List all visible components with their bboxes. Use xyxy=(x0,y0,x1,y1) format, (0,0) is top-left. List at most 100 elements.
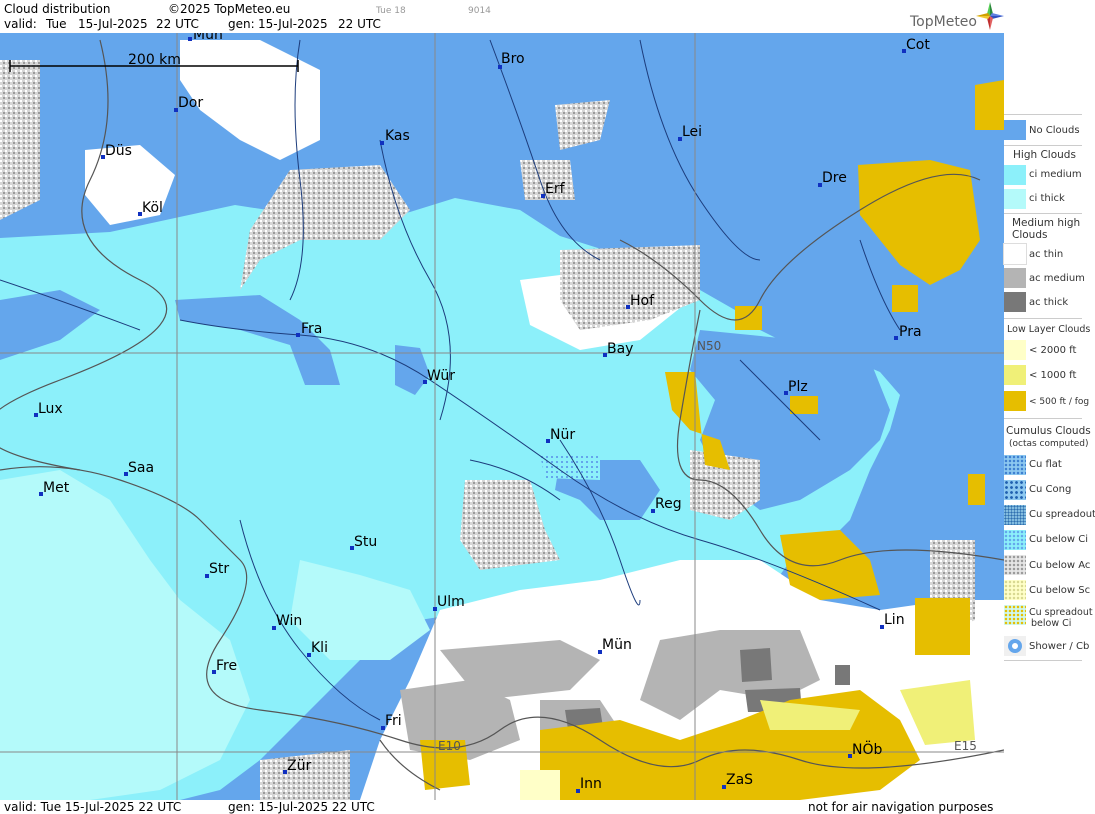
area-cu-below-ac-7 xyxy=(0,60,40,220)
copyright: ©2025 TopMeteo.eu xyxy=(168,2,291,16)
city-label: Bro xyxy=(501,51,525,67)
swatch-ci-thick xyxy=(1004,189,1026,209)
legend-cumulus-sub: (octas computed) xyxy=(1009,439,1089,449)
legend-cu-spreadout-ci-2: below Ci xyxy=(1031,618,1072,629)
legend-medium-header: Medium high Clouds xyxy=(1012,217,1081,241)
city-label: Fre xyxy=(216,658,237,674)
city-label: Ulm xyxy=(437,594,465,610)
area-ac-thick-4 xyxy=(835,665,850,685)
area-low-500-sw xyxy=(968,474,985,505)
city-label: Wür xyxy=(427,368,455,384)
city-label: Kli xyxy=(311,640,328,656)
brand-logo-text: TopMeteo xyxy=(910,14,977,30)
swatch-ac-thin xyxy=(1003,243,1027,265)
swatch-low-500 xyxy=(1004,391,1026,411)
city-label: Win xyxy=(276,613,302,629)
swatch-cu-cong xyxy=(1004,480,1026,500)
swatch-ci-medium xyxy=(1004,165,1026,185)
city-label: Erf xyxy=(545,181,566,197)
gen-label: gen: xyxy=(228,17,255,31)
legend-cu-flat: Cu flat xyxy=(1029,459,1062,470)
area-low-500-ne xyxy=(975,80,1004,130)
valid-label: valid: xyxy=(4,17,37,31)
grid-label-n50: N50 xyxy=(697,339,721,353)
city-label: Fra xyxy=(301,321,322,337)
city-label: Met xyxy=(43,480,70,496)
swatch-no-clouds xyxy=(1004,120,1026,140)
scale-bar-label: 200 km xyxy=(128,52,181,68)
legend-low-2000: < 2000 ft xyxy=(1029,345,1077,356)
footer-bar: valid: Tue 15-Jul-2025 22 UTC gen: 15-Ju… xyxy=(0,800,1004,814)
city-label: Cot xyxy=(906,37,930,53)
city-label: Dor xyxy=(178,95,203,111)
swatch-shower xyxy=(1004,636,1026,656)
legend-cumulus-header: Cumulus Clouds xyxy=(1006,425,1091,437)
legend-low-1000: < 1000 ft xyxy=(1029,370,1077,381)
legend-ci-medium: ci medium xyxy=(1029,169,1082,180)
swatch-low-2000 xyxy=(1004,340,1026,360)
compass-icon xyxy=(976,2,1004,30)
legend-cu-below-ci: Cu below Ci xyxy=(1029,534,1089,545)
city-label: Dre xyxy=(822,170,847,186)
area-low-500-plz xyxy=(735,306,762,330)
city-label: Stu xyxy=(354,534,377,550)
area-low-500-plz2 xyxy=(790,396,818,414)
area-ac-thick-2 xyxy=(740,648,772,682)
cloud-map-canvas: 200 km N50 E10 E15 Mün Bro Cot Dor Kas L… xyxy=(0,33,1004,800)
city-label: Köl xyxy=(142,200,163,216)
swatch-low-1000 xyxy=(1004,365,1026,385)
legend-ci-thick: ci thick xyxy=(1029,193,1065,204)
area-low-2000-inn xyxy=(520,770,560,800)
city-label: Bay xyxy=(607,341,633,357)
footer-valid: valid: Tue 15-Jul-2025 22 UTC xyxy=(4,800,182,814)
city-label: Fri xyxy=(385,713,402,729)
legend-cu-below-ac: Cu below Ac xyxy=(1029,560,1091,571)
area-low-500-lin xyxy=(915,598,970,655)
city-label: Inn xyxy=(580,776,602,792)
legend-low-500: < 500 ft / fog xyxy=(1029,397,1090,407)
city-label: Hof xyxy=(630,293,655,309)
valid-time: 22 UTC xyxy=(156,17,199,31)
grid-label-e15: E15 xyxy=(954,739,977,753)
city-label: Lin xyxy=(884,612,905,628)
map-title: Cloud distribution xyxy=(4,2,111,16)
gen-time: 22 UTC xyxy=(338,17,381,31)
swatch-cu-below-ci xyxy=(1004,530,1026,550)
city-label: Mün xyxy=(602,637,632,653)
city-label: Saa xyxy=(128,460,154,476)
header-tiny-b: 9014 xyxy=(468,6,491,16)
legend-no-clouds: No Clouds xyxy=(1029,125,1080,136)
header-tiny-a: Tue 18 xyxy=(376,6,406,16)
legend-separator xyxy=(1004,318,1082,319)
cloud-map[interactable]: 200 km N50 E10 E15 Mün Bro Cot Dor Kas L… xyxy=(0,33,1004,800)
city-label: Pra xyxy=(899,324,922,340)
city-label: Kas xyxy=(385,128,410,144)
legend-separator xyxy=(1004,418,1082,419)
legend-ac-thick: ac thick xyxy=(1029,297,1069,308)
swatch-cu-below-ac xyxy=(1004,555,1026,575)
gen-date: 15-Jul-2025 xyxy=(258,17,328,31)
footer-note: not for air navigation purposes xyxy=(808,800,994,814)
city-label: Zür xyxy=(287,758,311,774)
legend-shower: Shower / Cb xyxy=(1029,641,1090,652)
legend-separator xyxy=(1004,213,1082,214)
legend-ac-medium: ac medium xyxy=(1029,273,1085,284)
swatch-cu-spreadout xyxy=(1004,505,1026,525)
shower-icon xyxy=(1008,639,1022,653)
city-label: Lei xyxy=(682,124,702,140)
swatch-cu-flat xyxy=(1004,455,1026,475)
swatch-cu-spreadout-below-ci xyxy=(1004,605,1026,625)
legend-high-header: High Clouds xyxy=(1013,149,1076,161)
city-label: Nür xyxy=(550,427,575,443)
city-label: Reg xyxy=(655,496,682,512)
legend-cu-below-sc: Cu below Sc xyxy=(1029,585,1091,596)
area-low-500-pra xyxy=(892,285,918,312)
area-cu-below-ci-1 xyxy=(540,455,600,480)
swatch-cu-below-sc xyxy=(1004,580,1026,600)
valid-date: 15-Jul-2025 xyxy=(78,17,148,31)
legend-separator xyxy=(1004,145,1082,146)
legend-separator xyxy=(1004,114,1082,115)
city-label: Str xyxy=(209,561,229,577)
valid-day: Tue xyxy=(46,17,67,31)
city-label: Lux xyxy=(38,401,63,417)
